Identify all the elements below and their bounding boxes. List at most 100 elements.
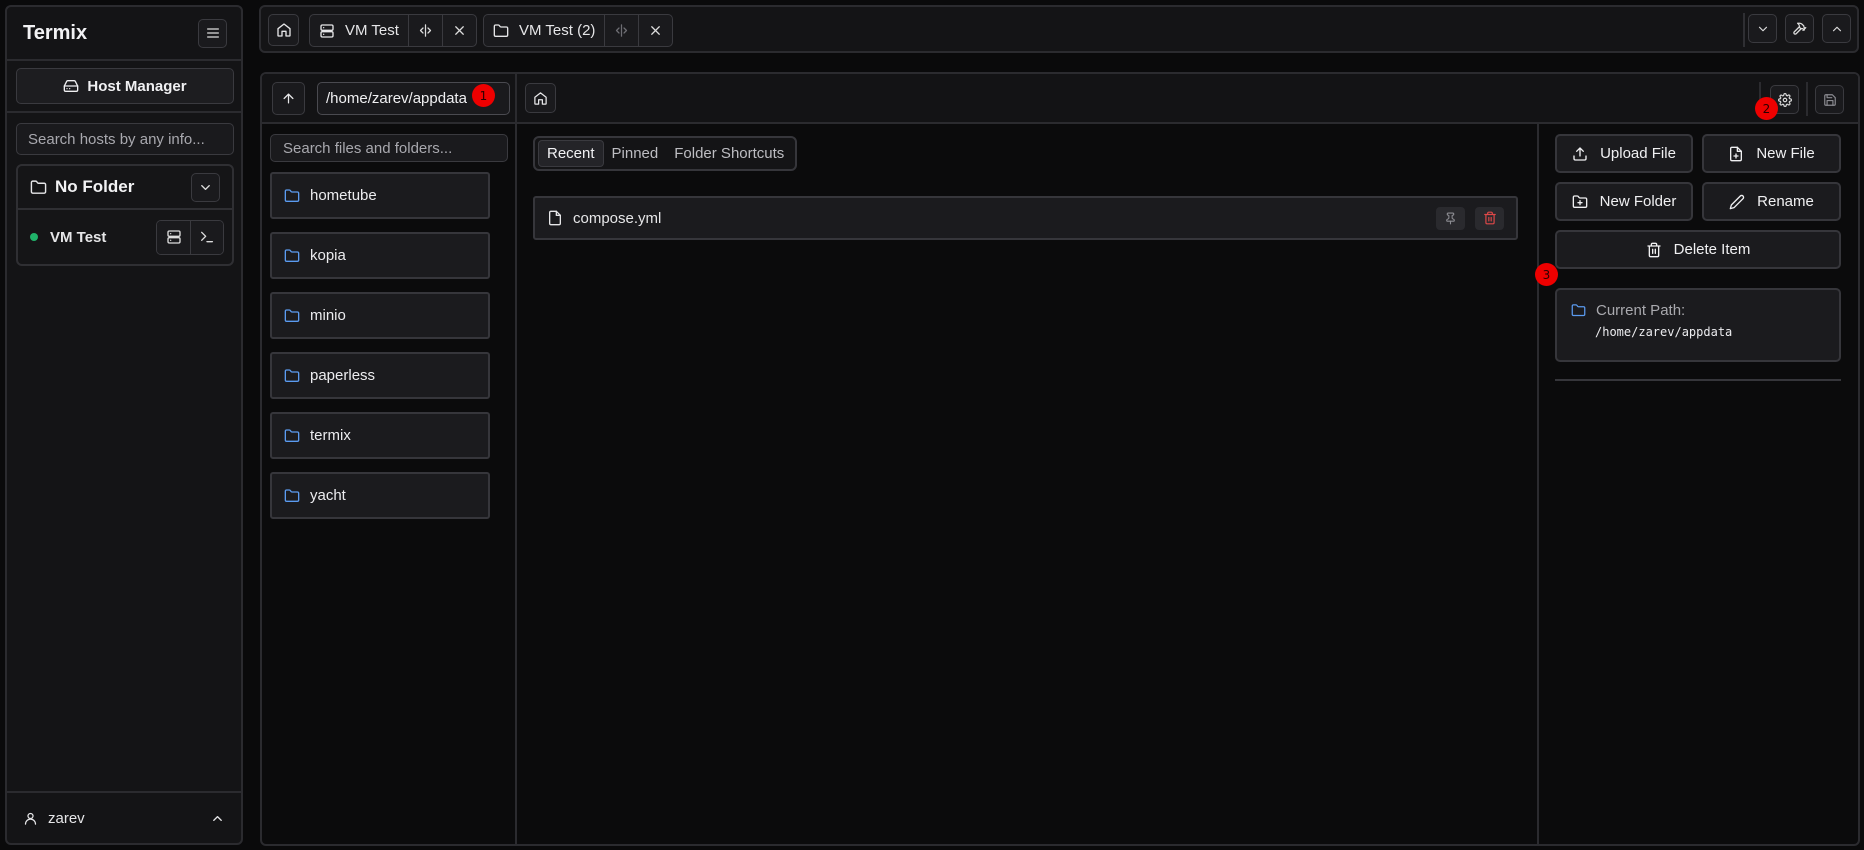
annotation-badge-2: 2 — [1755, 97, 1778, 120]
pencil-icon — [1729, 194, 1745, 209]
delete-item-button[interactable]: Delete Item — [1555, 230, 1841, 269]
home-icon — [534, 91, 547, 105]
terminal-icon — [201, 231, 213, 243]
view-tabs: Recent Pinned Folder Shortcuts — [533, 136, 798, 171]
hammer-icon — [1793, 22, 1807, 35]
home-tab-button[interactable] — [268, 14, 299, 46]
folder-name: No Folder — [55, 177, 135, 196]
close-icon — [455, 26, 464, 35]
collapse-topbar-button[interactable] — [1822, 14, 1851, 43]
folder-icon — [30, 179, 47, 194]
folder-collapse-button[interactable] — [191, 172, 220, 202]
divider — [7, 111, 241, 113]
host-manager-button[interactable]: Host Manager — [16, 68, 234, 104]
new-folder-button[interactable]: New Folder — [1555, 182, 1693, 221]
tab-folder-shortcuts[interactable]: Folder Shortcuts — [666, 140, 792, 167]
folder-item-termix[interactable]: termix — [270, 412, 490, 459]
trash-icon — [1646, 242, 1661, 257]
current-path-label: Current Path: — [1596, 302, 1686, 319]
open-terminal-button[interactable] — [190, 220, 223, 254]
delete-item-label: Delete Item — [1673, 241, 1751, 258]
host-actions — [156, 219, 224, 255]
file-manager-toolbar — [262, 74, 1858, 124]
host-item-vm-test[interactable]: VM Test — [18, 210, 232, 264]
home-directory-button[interactable] — [525, 83, 556, 113]
new-file-button[interactable]: New File — [1702, 134, 1841, 173]
tab-recent[interactable]: Recent — [538, 140, 604, 167]
divider — [515, 74, 517, 124]
current-path-card: Current Path: /home/zarev/appdata — [1555, 288, 1841, 362]
folder-item-yacht[interactable]: yacht — [270, 472, 490, 519]
tab-dropdown-button[interactable] — [1748, 14, 1777, 43]
folder-icon — [1571, 304, 1586, 317]
close-icon — [651, 26, 661, 35]
folder-icon — [284, 188, 300, 202]
arrow-up-icon — [283, 93, 294, 104]
folder-item-hometube[interactable]: hometube — [270, 172, 490, 219]
split-view-button[interactable] — [604, 15, 638, 46]
folder-item-paperless[interactable]: paperless — [270, 352, 490, 399]
current-path-label-row: Current Path: — [1571, 302, 1825, 319]
tab-label: VM Test — [345, 22, 399, 39]
folder-item-kopia[interactable]: kopia — [270, 232, 490, 279]
file-name: compose.yml — [573, 209, 662, 227]
sidebar-menu-button[interactable] — [198, 18, 227, 48]
status-online-dot — [30, 233, 38, 241]
divider — [1555, 379, 1841, 381]
file-manager-panel: hometube kopia minio paperless termix yacht R… — [260, 72, 1860, 846]
trash-icon — [1483, 211, 1496, 225]
tab-vm-test-2[interactable]: VM Test (2) — [483, 14, 674, 47]
tab-pinned[interactable]: Pinned — [604, 140, 667, 167]
chevron-down-icon — [1758, 26, 1767, 31]
folder-group-header: No Folder — [18, 166, 232, 210]
rename-button[interactable]: Rename — [1702, 182, 1841, 221]
folder-icon — [493, 23, 509, 37]
annotation-badge-3: 3 — [1535, 263, 1558, 286]
upload-file-label: Upload File — [1600, 145, 1676, 162]
recent-file-item[interactable]: compose.yml — [533, 196, 1518, 240]
folder-icon — [284, 248, 300, 262]
split-view-button[interactable] — [407, 15, 442, 46]
split-icon — [419, 24, 432, 37]
gear-icon — [1777, 92, 1792, 107]
tab-vm-test[interactable]: VM Test — [309, 14, 477, 47]
pin-file-button[interactable] — [1436, 206, 1465, 230]
close-tab-button[interactable] — [638, 15, 672, 46]
quick-access-area: Recent Pinned Folder Shortcuts compose.y… — [517, 126, 1537, 844]
upload-file-button[interactable]: Upload File — [1555, 134, 1693, 173]
top-tab-bar: VM Test VM Test (2) — [259, 5, 1859, 53]
folder-icon — [284, 308, 300, 322]
topbar-right-controls — [1748, 14, 1851, 43]
open-server-button[interactable] — [157, 220, 190, 254]
file-operations-panel: Upload File New File New Folder Rename D… — [1539, 126, 1858, 844]
chevron-down-icon — [201, 184, 210, 190]
tab-vm-test-2-main[interactable]: VM Test (2) — [484, 15, 604, 46]
file-icon — [549, 210, 561, 226]
sidebar: Termix Host Manager No Folder VM Test — [5, 5, 243, 845]
server-icon — [320, 23, 334, 38]
save-button[interactable] — [1815, 85, 1844, 114]
folder-item-minio[interactable]: minio — [270, 292, 490, 339]
new-file-label: New File — [1756, 145, 1815, 162]
save-icon — [1823, 93, 1836, 106]
divider — [1743, 13, 1745, 47]
remove-recent-button[interactable] — [1475, 206, 1504, 230]
tools-button[interactable] — [1785, 14, 1814, 43]
parent-directory-button[interactable] — [272, 82, 305, 115]
folder-item-label: paperless — [310, 367, 376, 384]
search-hosts-input[interactable] — [16, 123, 234, 155]
host-manager-label: Host Manager — [87, 77, 187, 95]
divider — [1806, 82, 1808, 116]
chevron-up-icon — [213, 815, 222, 821]
tab-vm-test-main[interactable]: VM Test — [310, 15, 408, 46]
user-menu[interactable]: zarev — [7, 791, 241, 843]
menu-icon — [206, 28, 219, 38]
server-icon — [166, 230, 181, 244]
file-plus-icon — [1730, 146, 1743, 161]
sidebar-header: Termix — [7, 7, 241, 61]
folder-plus-icon — [1572, 194, 1587, 208]
close-tab-button[interactable] — [441, 15, 476, 46]
pin-icon — [1446, 212, 1455, 224]
annotation-badge-1: 1 — [472, 84, 495, 107]
search-files-input[interactable] — [270, 134, 508, 162]
